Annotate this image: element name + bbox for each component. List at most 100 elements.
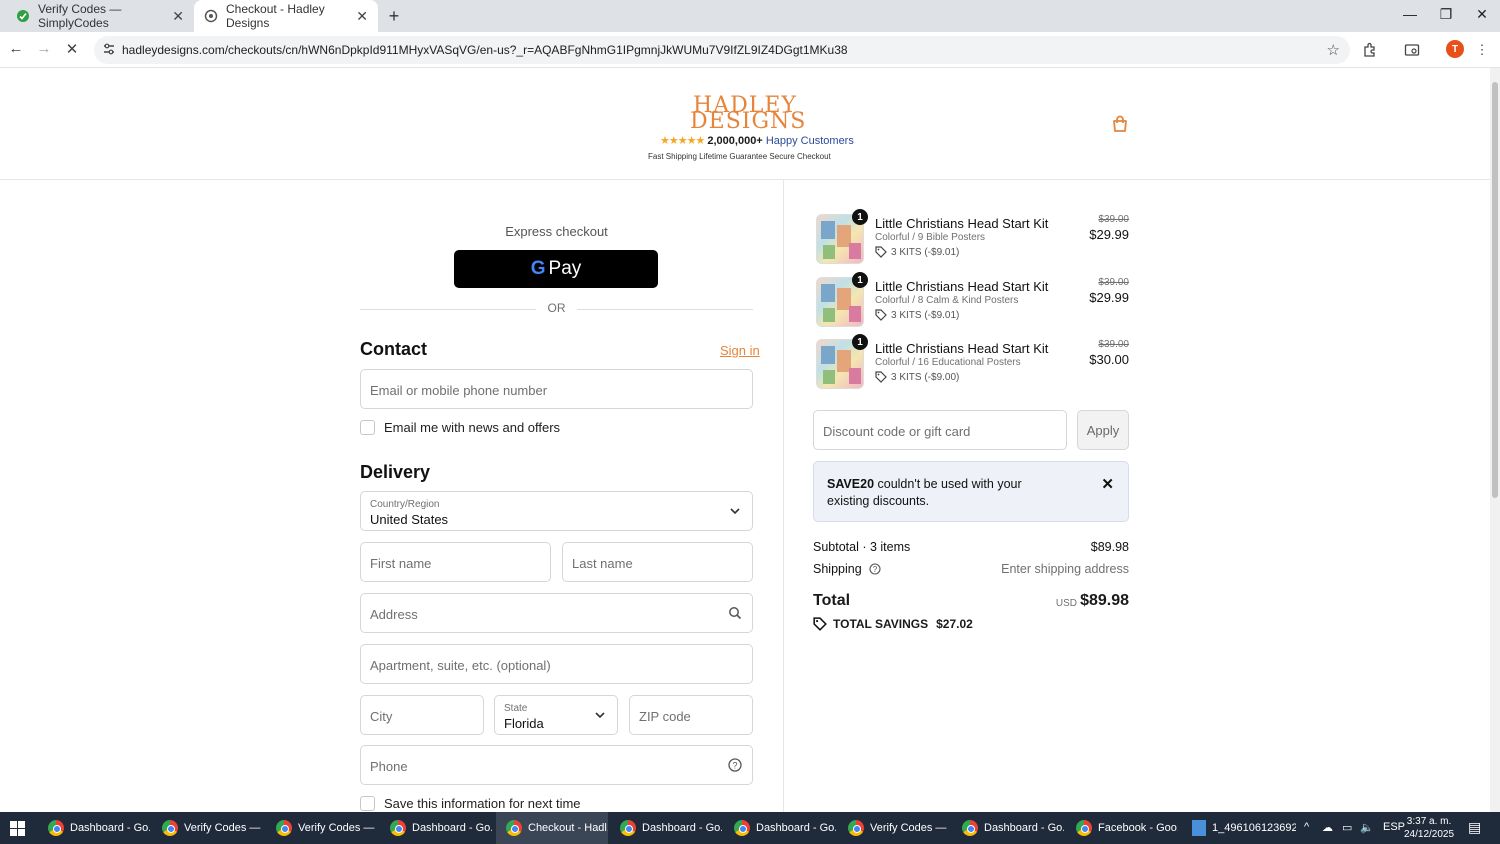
stop-loading-icon[interactable]: ✕ (62, 40, 82, 58)
rating-badge: ★★★★★ 2,000,000+ Happy Customers (660, 134, 854, 147)
taskbar-item[interactable]: Dashboard - Go... (380, 812, 492, 844)
email-placeholder: Email or mobile phone number (370, 383, 548, 398)
trust-badges: Fast Shipping Lifetime Guarantee Secure … (648, 152, 831, 161)
zip-code-field[interactable]: ZIP code (629, 695, 753, 735)
forward-icon[interactable]: → (34, 40, 54, 57)
help-circle-icon[interactable]: ? (728, 758, 742, 772)
state-select[interactable]: State Florida (494, 695, 618, 735)
tray-chevron-up-icon[interactable]: ^ (1304, 821, 1309, 833)
site-info-icon[interactable] (102, 42, 116, 56)
discount-error-banner: SAVE20 couldn't be used with your existi… (813, 461, 1129, 522)
save-info-checkbox-row[interactable]: Save this information for next time (360, 796, 581, 811)
express-checkout-title: Express checkout (505, 224, 608, 239)
first-name-field[interactable]: First name (360, 542, 551, 582)
tray-display-icon[interactable]: ▭ (1342, 821, 1352, 834)
city-field[interactable]: City (360, 695, 484, 735)
tab-checkout[interactable]: Checkout - Hadley Designs ✕ (194, 0, 378, 32)
alert-message: SAVE20 couldn't be used with your existi… (827, 476, 1067, 510)
tab-title: Checkout - Hadley Designs (226, 2, 325, 30)
total-savings: TOTAL SAVINGS $27.02 (813, 617, 973, 631)
tray-network-drive-icon[interactable]: ☁ (1322, 821, 1333, 834)
bookmark-star-icon[interactable]: ☆ (1327, 41, 1340, 59)
taskbar-item[interactable]: Dashboard - Go... (610, 812, 722, 844)
store-header: HADLEY DESIGNS ★★★★★ 2,000,000+ Happy Cu… (0, 68, 1490, 180)
chrome-icon (848, 820, 864, 836)
sign-in-link[interactable]: Sign in (720, 343, 760, 358)
subtotal-value: $89.98 (1090, 540, 1129, 554)
windows-start-icon[interactable] (10, 821, 25, 836)
taskbar-item[interactable]: Dashboard - Go... (952, 812, 1064, 844)
close-tab-icon[interactable]: ✕ (356, 8, 368, 25)
apartment-field[interactable]: Apartment, suite, etc. (optional) (360, 644, 753, 684)
item-price: $29.99 (1089, 227, 1129, 242)
close-window-icon[interactable]: ✕ (1472, 6, 1492, 23)
currency-code: USD (1055, 598, 1077, 609)
tab-search-icon[interactable] (1402, 40, 1422, 60)
delivery-heading: Delivery (360, 462, 431, 482)
store-logo[interactable]: HADLEY DESIGNS (690, 95, 807, 134)
email-field[interactable]: Email or mobile phone number (360, 369, 753, 409)
taskbar-label: Checkout - Hadl... (528, 822, 608, 834)
discount-text: 3 KITS (-$9.01) (891, 309, 960, 321)
tray-volume-icon[interactable]: 🔈 (1360, 821, 1374, 834)
first-name-placeholder: First name (370, 556, 432, 571)
scrollbar-thumb[interactable] (1492, 82, 1498, 498)
discount-text: 3 KITS (-$9.00) (891, 371, 960, 383)
help-circle-icon[interactable]: ? (869, 563, 881, 575)
taskbar-item[interactable]: Dashboard - Go... (724, 812, 836, 844)
taskbar-item[interactable]: Verify Codes — S... (266, 812, 378, 844)
google-g-icon: G (530, 258, 546, 279)
taskbar-item[interactable]: Verify Codes — S... (152, 812, 264, 844)
line-item: 1 Little Christians Head Start Kit Color… (813, 334, 1129, 395)
shipping-row: Shipping ? Enter shipping address (813, 562, 1129, 576)
phone-field[interactable]: Phone ? (360, 745, 753, 785)
taskbar-item[interactable]: Facebook - Goo... (1066, 812, 1178, 844)
rating-label: Happy Customers (765, 135, 854, 147)
minimize-icon[interactable]: — (1400, 6, 1420, 22)
discount-code-field[interactable]: Discount code or gift card (813, 410, 1067, 450)
taskbar-label: Verify Codes — S... (298, 822, 378, 834)
address-bar[interactable]: hadleydesigns.com/checkouts/cn/hWN6nDpkp… (94, 36, 1350, 64)
product-name: Little Christians Head Start Kit (875, 341, 1049, 356)
shopping-bag-icon[interactable] (1110, 114, 1130, 134)
restore-icon[interactable]: ❐ (1436, 6, 1456, 23)
tab-title: Verify Codes — SimplyCodes (38, 2, 122, 30)
chrome-icon (734, 820, 750, 836)
apartment-placeholder: Apartment, suite, etc. (optional) (370, 658, 551, 673)
country-select[interactable]: Country/Region United States (360, 491, 753, 531)
taskbar-item[interactable]: Dashboard - Go... (38, 812, 150, 844)
savings-label: TOTAL SAVINGS (833, 617, 929, 631)
tag-icon (875, 371, 887, 383)
taskbar-item[interactable]: Verify Codes — S... (838, 812, 950, 844)
menu-kebab-icon[interactable]: ⋮ (1472, 40, 1492, 60)
news-offers-checkbox-row[interactable]: Email me with news and offers (360, 420, 560, 435)
hadley-favicon-icon (204, 9, 218, 23)
news-offers-checkbox[interactable] (360, 420, 375, 435)
save-info-checkbox[interactable] (360, 796, 375, 811)
savings-value: $27.02 (936, 617, 973, 631)
apply-discount-button[interactable]: Apply (1077, 410, 1129, 450)
back-icon[interactable]: ← (6, 40, 26, 57)
close-tab-icon[interactable]: ✕ (172, 8, 184, 25)
quantity-badge: 1 (852, 334, 868, 350)
google-pay-button[interactable]: G Pay (454, 250, 658, 288)
page-scrollbar[interactable] (1490, 68, 1500, 812)
taskbar-item[interactable]: 1_4961061236927... (1182, 812, 1296, 844)
taskbar-item-active[interactable]: Checkout - Hadl... (496, 812, 608, 844)
last-name-field[interactable]: Last name (562, 542, 753, 582)
address-field[interactable]: Address (360, 593, 753, 633)
logo-line-2: DESIGNS (690, 109, 807, 134)
taskbar-label: Verify Codes — S... (184, 822, 264, 834)
chrome-icon (1076, 820, 1092, 836)
taskbar-label: Verify Codes — S... (870, 822, 950, 834)
taskbar-label: Dashboard - Go... (984, 822, 1064, 834)
extensions-icon[interactable] (1360, 40, 1380, 60)
tray-language[interactable]: ESP (1383, 821, 1405, 833)
profile-avatar[interactable]: T (1446, 40, 1464, 58)
taskbar-clock[interactable]: 3:37 a. m. 24/12/2025 (1404, 815, 1454, 841)
new-tab-icon[interactable]: + (384, 6, 404, 27)
notifications-icon[interactable]: ▤ (1468, 819, 1481, 836)
alert-code: SAVE20 (827, 477, 875, 491)
close-icon[interactable]: ✕ (1101, 475, 1114, 493)
tab-verify-codes[interactable]: Verify Codes — SimplyCodes ✕ (6, 0, 194, 32)
